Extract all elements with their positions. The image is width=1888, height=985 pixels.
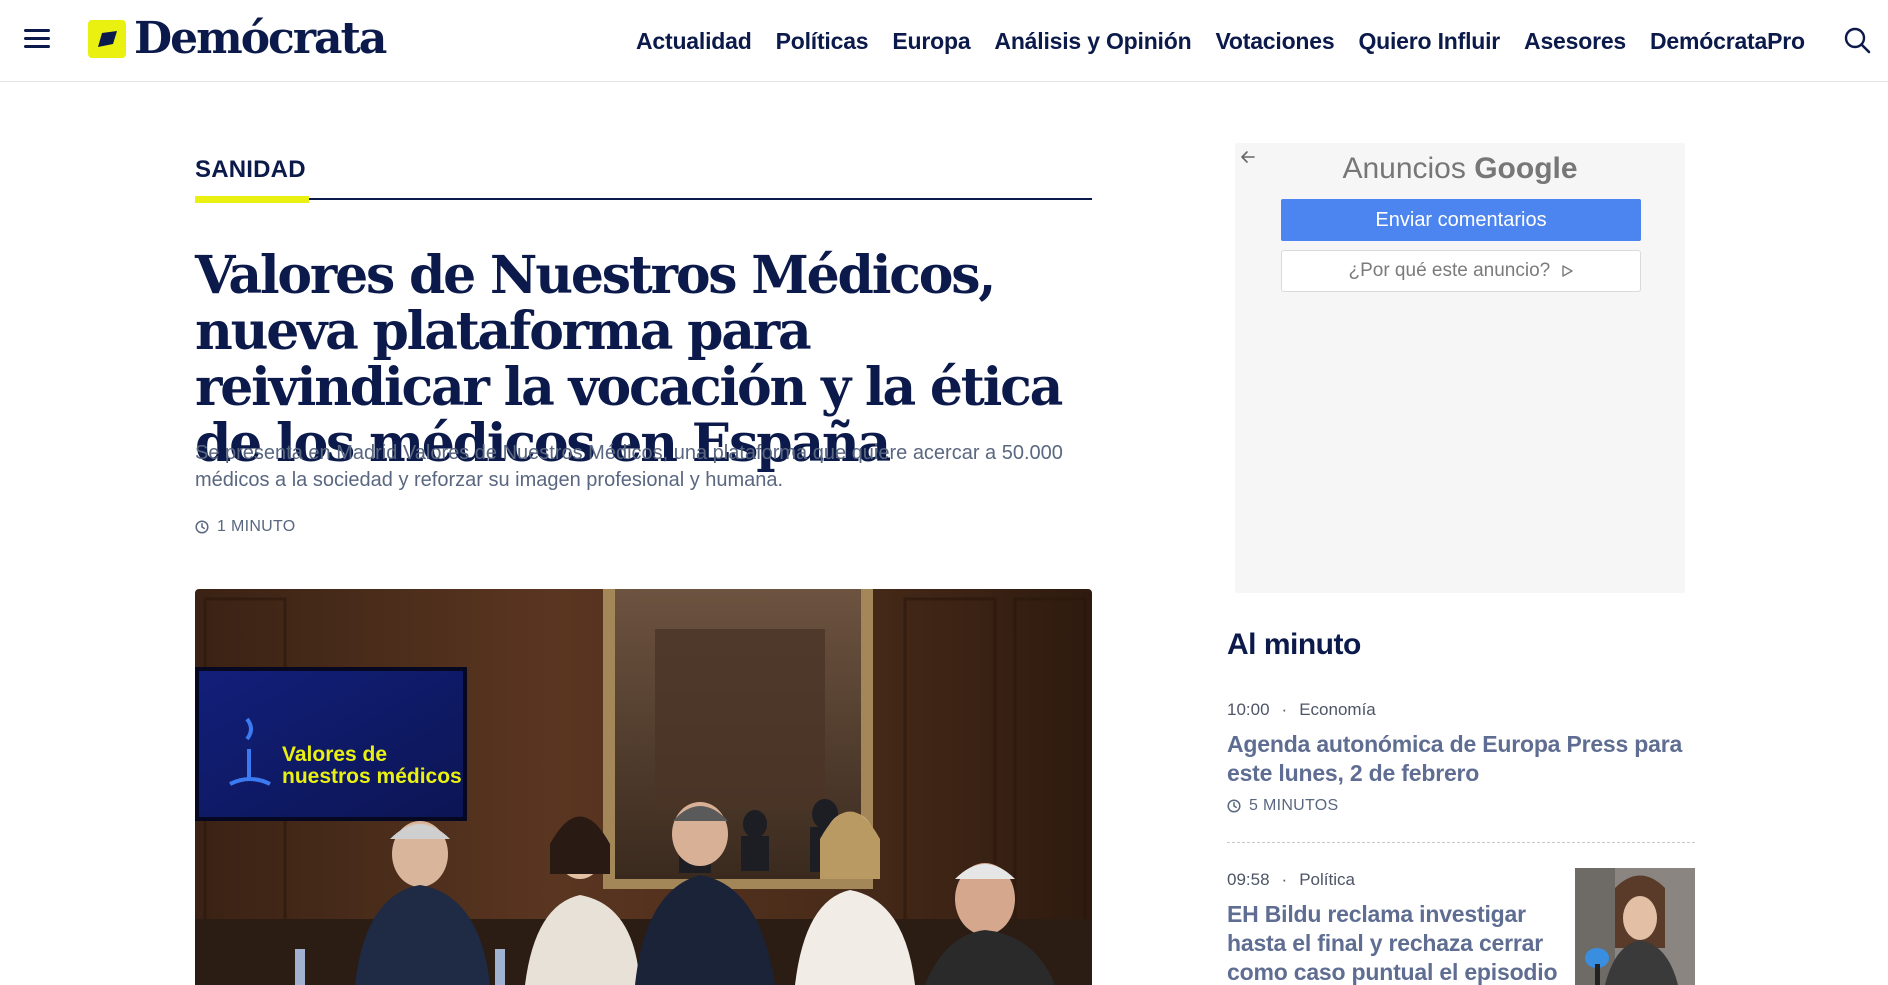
- ad-title-brand: Google: [1474, 152, 1578, 185]
- news-item-2-headline[interactable]: EH Bildu reclama investigar hasta el fin…: [1227, 900, 1567, 985]
- photo-screen-text-2: nuestros médicos: [282, 765, 462, 788]
- ad-title-prefix: Anuncios: [1342, 152, 1466, 185]
- news-item-2-meta: 09:58 · Política: [1227, 870, 1355, 889]
- photo-screen-text-1: Valores de: [282, 743, 387, 766]
- nav-item-democratapro[interactable]: DemócrataPro: [1650, 28, 1805, 55]
- article-photo[interactable]: Valores de nuestros médicos: [195, 589, 1092, 985]
- nav-item-asesores[interactable]: Asesores: [1524, 28, 1626, 55]
- nav-item-votaciones[interactable]: Votaciones: [1215, 28, 1334, 55]
- nav-item-analisis-opinion[interactable]: Análisis y Opinión: [994, 28, 1191, 55]
- article-headline: Valores de Nuestros Médicos, nueva plata…: [195, 245, 1063, 474]
- news-item-2-time: 09:58: [1227, 870, 1270, 889]
- article-subhead: Se presenta en Madrid Valores de Nuestro…: [195, 442, 1063, 491]
- news-item-1-category[interactable]: Economía: [1299, 700, 1376, 719]
- news-item-1-meta: 10:00 · Economía: [1227, 700, 1376, 719]
- news-item-1-read-time: 5 MINUTOS: [1227, 797, 1339, 815]
- news-item-2-thumbnail[interactable]: [1575, 868, 1695, 985]
- news-divider: [1227, 842, 1695, 843]
- search-icon[interactable]: [1842, 25, 1872, 55]
- news-item-1-time: 10:00: [1227, 700, 1270, 719]
- nav-item-europa[interactable]: Europa: [892, 28, 970, 55]
- send-feedback-button[interactable]: Enviar comentarios: [1281, 199, 1641, 241]
- ad-choices-icon: [1561, 265, 1573, 277]
- site-header: Demócrata Actualidad Políticas Europa An…: [0, 0, 1888, 82]
- logo-mark-icon: [88, 20, 126, 58]
- read-time-label: 1 MINUTO: [217, 518, 296, 535]
- main-nav: Actualidad Políticas Europa Análisis y O…: [636, 24, 1805, 58]
- site-logo[interactable]: Demócrata: [88, 13, 387, 64]
- ad-title: Anuncios Google: [1235, 152, 1685, 186]
- news-item-2-category[interactable]: Política: [1299, 870, 1355, 889]
- nav-item-quiero-influir[interactable]: Quiero Influir: [1358, 28, 1500, 55]
- news-item-1-headline[interactable]: Agenda autonómica de Europa Press para e…: [1227, 730, 1697, 788]
- clock-icon: [195, 520, 209, 534]
- nav-item-politicas[interactable]: Políticas: [776, 28, 869, 55]
- article-read-time: 1 MINUTO: [195, 518, 296, 536]
- section-divider: [195, 198, 1092, 200]
- clock-icon: [1227, 799, 1241, 813]
- article-section-label[interactable]: SANIDAD: [195, 156, 306, 184]
- section-accent-bar: [195, 196, 309, 203]
- news-item-1-read-time-label: 5 MINUTOS: [1249, 797, 1339, 814]
- nav-item-actualidad[interactable]: Actualidad: [636, 28, 752, 55]
- al-minuto-title: Al minuto: [1227, 628, 1361, 661]
- menu-icon[interactable]: [24, 29, 50, 49]
- why-this-ad-button[interactable]: ¿Por qué este anuncio?: [1281, 250, 1641, 292]
- why-this-ad-label: ¿Por qué este anuncio?: [1348, 260, 1551, 281]
- logo-text: Demócrata: [134, 13, 387, 64]
